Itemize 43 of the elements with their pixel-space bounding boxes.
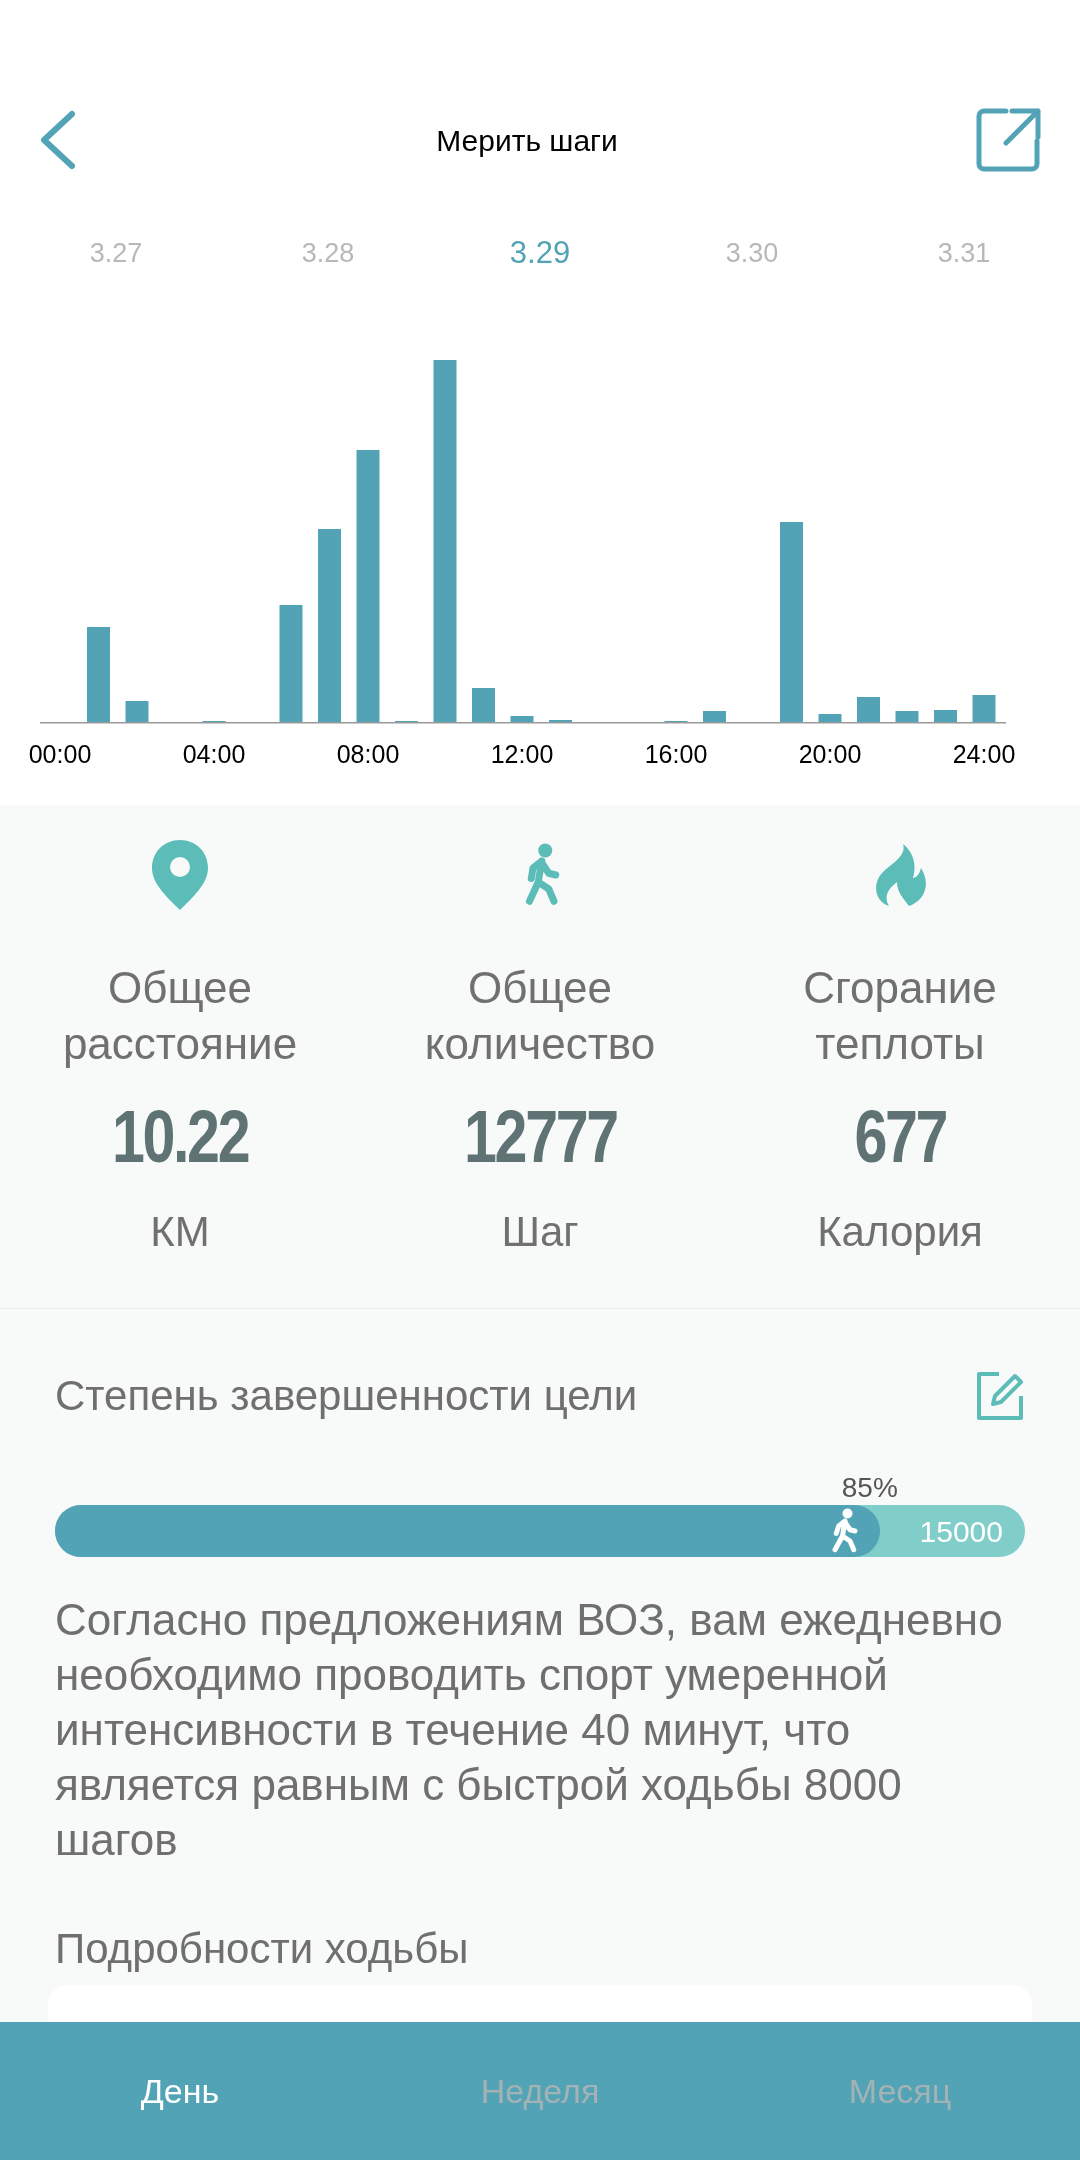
chart-bar (703, 711, 726, 722)
stat-label: Общее количество (423, 962, 657, 1070)
chart-bar (510, 716, 534, 722)
chart-bar (818, 714, 842, 722)
chart-bar (972, 695, 996, 722)
percent-label: 85% (841, 1471, 898, 1505)
date-tab[interactable]: 3.29 (509, 229, 571, 277)
stat-value: 12777 (463, 1094, 617, 1180)
walking-icon (829, 1508, 860, 1554)
axis-label: 24:00 (952, 739, 1016, 770)
goal-target: 15000 (919, 1513, 1003, 1550)
tab[interactable]: Неделя (480, 2065, 600, 2117)
chart-bar (934, 710, 957, 722)
chart-bar (857, 697, 880, 722)
chart-bar (895, 711, 919, 722)
goal-note: Согласно предложениям ВОЗ, вам ежедневно необходимо проводить спорт умеренной интенсивности в течение 40 минут, что является равным с быстрой ходьбы 8000 шагов (55, 1594, 1004, 1866)
location-pin-icon (150, 838, 210, 912)
axis-label: 04:00 (182, 739, 246, 770)
date-tab[interactable]: 3.28 (301, 232, 355, 274)
goal-title: Степень завершенности цели (55, 1371, 638, 1421)
tab[interactable]: Месяц (848, 2065, 952, 2117)
stat-unit: КМ (150, 1207, 210, 1257)
axis-label: 20:00 (798, 739, 862, 770)
back-icon[interactable] (38, 110, 78, 170)
stat-value: 10.22 (111, 1094, 249, 1180)
axis-label: 08:00 (336, 739, 400, 770)
stat-label: Сгорание теплоты (802, 962, 998, 1070)
date-tab[interactable]: 3.27 (89, 232, 143, 274)
stat-value: 677 (854, 1094, 946, 1180)
stat-label: Общее расстояние (61, 962, 299, 1070)
date-tab[interactable]: 3.31 (937, 232, 991, 274)
axis-label: 16:00 (644, 739, 708, 770)
stat-unit: Калория (817, 1207, 983, 1257)
tab[interactable]: День (140, 2065, 220, 2117)
stat-unit: Шаг (501, 1207, 579, 1257)
chart-bar (472, 688, 495, 722)
details-title: Подробности ходьбы (55, 1924, 470, 1974)
page-title: Мерить шаги (436, 122, 618, 159)
chart-bar (125, 701, 149, 722)
axis-label: 12:00 (490, 739, 554, 770)
share-icon[interactable] (976, 107, 1042, 173)
date-tab[interactable]: 3.30 (725, 232, 779, 274)
axis-label: 00:00 (28, 739, 92, 770)
